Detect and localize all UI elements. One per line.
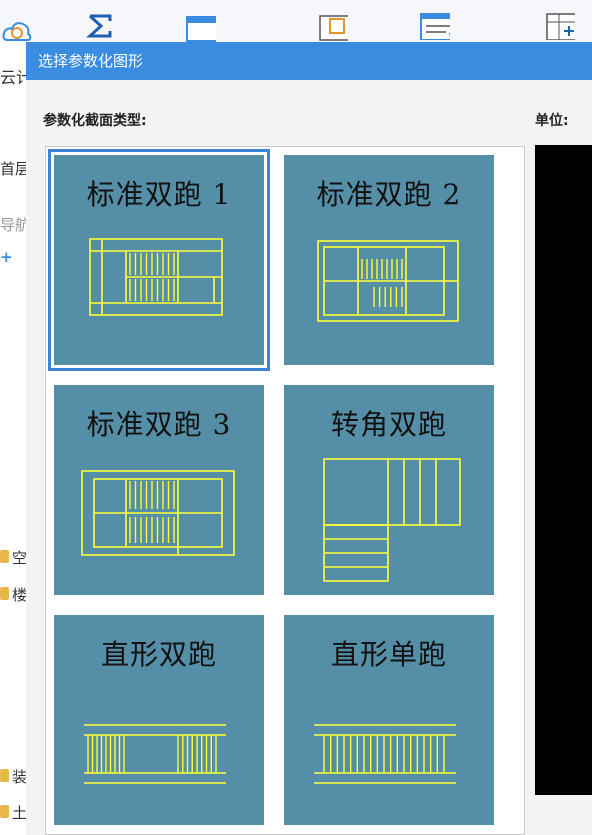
shape-label: 直形单跑 xyxy=(330,638,447,671)
shape-standard-double-3[interactable]: 标准双跑 3 xyxy=(54,385,264,595)
grid-add-icon[interactable] xyxy=(545,12,575,40)
shape-grid: 标准双跑 1 标准双跑 2 标准双跑 3 转角双跑 直形双跑 直形单跑 xyxy=(45,146,525,835)
dialog-title[interactable]: 选择参数化图形 xyxy=(26,42,592,80)
shape-label: 转角双跑 xyxy=(330,408,447,441)
shape-label: 标准双跑 3 xyxy=(86,408,232,441)
sum-icon[interactable] xyxy=(86,12,116,40)
select-shape-dialog: 选择参数化图形 参数化截面类型: 单位: 标准双跑 1 标准双跑 2 标准双跑 … xyxy=(26,42,592,835)
form-icon[interactable] xyxy=(420,12,450,40)
background-sidebar: 云计 首层 导航 + 空 楼 装 土 xyxy=(0,42,32,835)
preview-canvas xyxy=(535,145,592,795)
unit-label: 单位: xyxy=(535,113,569,129)
bg-text-stair[interactable]: 楼 xyxy=(12,584,27,605)
shape-standard-double-2[interactable]: 标准双跑 2 xyxy=(284,155,494,365)
section-label: 参数化截面类型: xyxy=(43,113,147,129)
bg-text-empty[interactable]: 空 xyxy=(12,547,27,568)
folder-icon xyxy=(0,805,9,818)
bg-text-decor[interactable]: 装 xyxy=(12,766,27,787)
shape-label: 直形双跑 xyxy=(100,638,217,671)
table-icon[interactable] xyxy=(318,14,348,42)
shape-label: 标准双跑 1 xyxy=(86,178,232,211)
background-toolbar xyxy=(0,0,592,42)
folder-icon xyxy=(0,587,9,600)
folder-icon xyxy=(0,550,9,563)
bg-add-icon[interactable]: + xyxy=(0,248,13,266)
shape-corner-double[interactable]: 转角双跑 xyxy=(284,385,494,595)
shape-label: 标准双跑 2 xyxy=(316,178,462,211)
shape-straight-double[interactable]: 直形双跑 xyxy=(54,615,264,825)
shape-straight-single[interactable]: 直形单跑 xyxy=(284,615,494,825)
window-icon[interactable] xyxy=(186,14,216,42)
shape-standard-double-1[interactable]: 标准双跑 1 xyxy=(48,149,270,371)
bg-text-earth[interactable]: 土 xyxy=(12,802,27,823)
folder-icon xyxy=(0,769,9,782)
